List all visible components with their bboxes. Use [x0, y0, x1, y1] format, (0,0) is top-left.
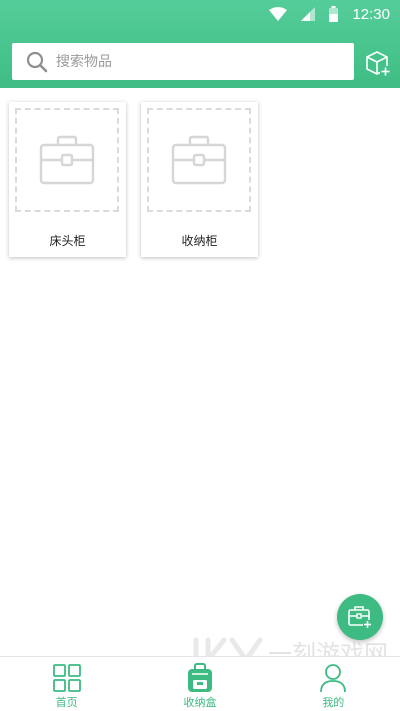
search-input[interactable] — [56, 53, 326, 70]
tab-profile[interactable]: 我的 — [267, 657, 400, 711]
grid-icon — [52, 664, 81, 692]
wifi-icon — [269, 7, 288, 21]
search-bar[interactable] — [12, 43, 354, 80]
tab-storage-box[interactable]: 收纳盒 — [133, 657, 266, 711]
signal-icon — [301, 7, 316, 21]
storage-card-label: 床头柜 — [49, 234, 86, 248]
tab-profile-label: 我的 — [322, 696, 345, 709]
storage-card-cabinet[interactable]: 收纳柜 — [141, 102, 258, 257]
tab-home-label: 首页 — [55, 696, 78, 709]
tab-storage-box-label: 收纳盒 — [183, 696, 217, 709]
backpack-icon — [187, 663, 212, 692]
storage-grid: 床头柜 收纳柜 — [9, 102, 258, 257]
bottom-nav: 首页 收纳盒 我的 — [0, 656, 400, 711]
toolbox-placeholder-icon — [39, 135, 95, 185]
add-box-button[interactable] — [362, 48, 392, 78]
status-icons: 12:30 — [269, 4, 390, 24]
add-storage-fab[interactable] — [337, 594, 383, 640]
app-header: 12:30 — [0, 0, 400, 88]
storage-card-label: 收纳柜 — [181, 234, 218, 248]
add-storage-icon — [348, 606, 372, 629]
storage-card-bedside[interactable]: 床头柜 — [9, 102, 126, 257]
user-icon — [320, 664, 347, 693]
status-bar: 12:30 — [0, 0, 400, 28]
toolbox-placeholder-icon — [171, 135, 227, 185]
tab-home[interactable]: 首页 — [0, 657, 133, 711]
battery-icon — [329, 6, 339, 22]
status-time: 12:30 — [352, 5, 390, 23]
search-icon — [26, 51, 48, 72]
box-add-icon — [366, 51, 391, 77]
image-placeholder — [15, 108, 119, 212]
image-placeholder — [147, 108, 251, 212]
